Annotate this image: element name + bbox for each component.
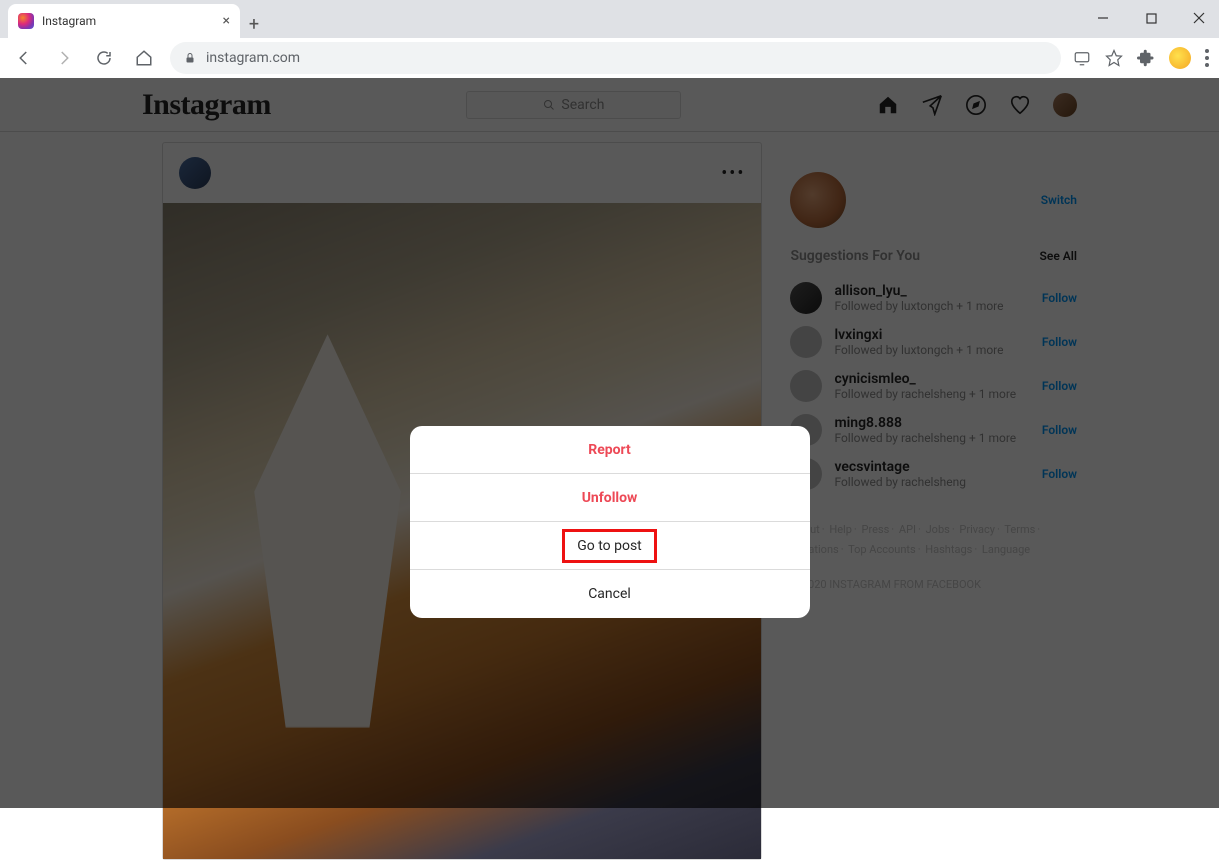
- browser-toolbar: instagram.com: [0, 38, 1219, 78]
- extensions-icon[interactable]: [1137, 49, 1155, 67]
- post-options-modal: Report Unfollow Go to post Cancel: [410, 426, 810, 618]
- home-button[interactable]: [130, 44, 158, 72]
- window-controls: [1089, 4, 1213, 32]
- url-text: instagram.com: [206, 50, 300, 66]
- toolbar-right: [1073, 47, 1209, 69]
- close-window-icon[interactable]: [1185, 4, 1213, 32]
- minimize-icon[interactable]: [1089, 4, 1117, 32]
- close-tab-icon[interactable]: ×: [223, 13, 230, 29]
- modal-cancel-button[interactable]: Cancel: [410, 570, 810, 618]
- kebab-menu-icon[interactable]: [1205, 49, 1209, 67]
- install-icon[interactable]: [1073, 49, 1091, 67]
- browser-tab[interactable]: Instagram ×: [8, 4, 240, 38]
- modal-report-button[interactable]: Report: [410, 426, 810, 474]
- tab-title: Instagram: [42, 14, 96, 28]
- modal-go-to-post-button[interactable]: Go to post: [410, 522, 810, 570]
- address-bar[interactable]: instagram.com: [170, 42, 1061, 74]
- lock-icon: [184, 52, 196, 64]
- instagram-favicon-icon: [18, 13, 34, 29]
- forward-button[interactable]: [50, 44, 78, 72]
- reload-button[interactable]: [90, 44, 118, 72]
- maximize-icon[interactable]: [1137, 4, 1165, 32]
- page-content: Instagram Search: [0, 78, 1219, 808]
- browser-chrome: Instagram × +: [0, 0, 1219, 78]
- back-button[interactable]: [10, 44, 38, 72]
- new-tab-button[interactable]: +: [240, 10, 268, 38]
- modal-unfollow-button[interactable]: Unfollow: [410, 474, 810, 522]
- bookmark-star-icon[interactable]: [1105, 49, 1123, 67]
- extension-avatar-icon[interactable]: [1169, 47, 1191, 69]
- tab-strip: Instagram × +: [0, 0, 1219, 38]
